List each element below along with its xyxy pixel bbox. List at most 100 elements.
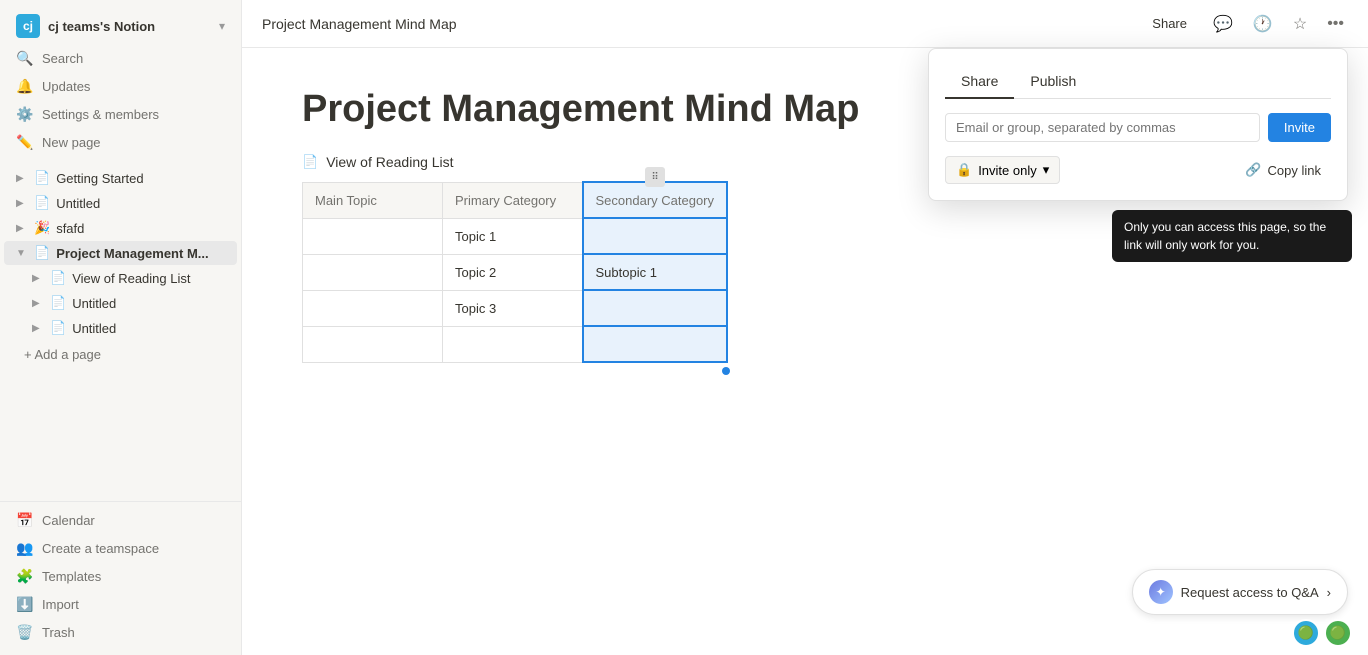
arrow-icon: ▶: [16, 173, 32, 184]
sidebar-item-view-of-reading-list[interactable]: ▶ 📄 View of Reading List: [4, 266, 237, 290]
page-icon: 📄: [50, 320, 66, 336]
cell-main-2[interactable]: [303, 254, 443, 290]
sidebar-item-getting-started[interactable]: ▶ 📄 Getting Started: [4, 166, 237, 190]
invite-button[interactable]: Invite: [1268, 113, 1331, 142]
arrow-icon: ▶: [32, 273, 48, 284]
workspace-name: cj teams's Notion: [48, 19, 219, 34]
invite-only-label: Invite only: [978, 163, 1037, 178]
tooltip-text: Only you can access this page, so the li…: [1124, 220, 1326, 252]
sidebar-item-untitled-1[interactable]: ▶ 📄 Untitled: [4, 191, 237, 215]
workspace-selector[interactable]: cj cj teams's Notion ▾: [4, 8, 237, 44]
page-header-title: Project Management Mind Map: [262, 16, 457, 32]
share-tabs: Share Publish: [945, 65, 1331, 99]
request-access-label: Request access to Q&A: [1181, 585, 1319, 600]
teamspace-label: Create a teamspace: [42, 541, 159, 556]
templates-icon: 🧩: [16, 568, 34, 585]
new-page-icon: ✏️: [16, 134, 34, 151]
sidebar-item-settings[interactable]: ⚙️ Settings & members: [4, 101, 237, 128]
tree-label: Untitled: [72, 321, 229, 336]
avatar-2: 🟢: [1324, 619, 1352, 647]
cell-primary-3[interactable]: Topic 3: [443, 290, 583, 326]
request-access-bar[interactable]: ✦ Request access to Q&A ›: [1132, 569, 1348, 615]
import-label: Import: [42, 597, 79, 612]
bottom-avatars: 🟢 🟢: [1292, 619, 1352, 647]
cell-main-3[interactable]: [303, 290, 443, 326]
cell-primary-2[interactable]: Topic 2: [443, 254, 583, 290]
sidebar-search-label: Search: [42, 51, 83, 66]
templates-label: Templates: [42, 569, 101, 584]
calendar-label: Calendar: [42, 513, 95, 528]
history-icon[interactable]: 🕐: [1249, 10, 1277, 38]
cell-primary-1[interactable]: Topic 1: [443, 218, 583, 254]
tree-label: View of Reading List: [72, 271, 229, 286]
view-title: View of Reading List: [326, 154, 453, 170]
workspace-avatar: cj: [16, 14, 40, 38]
invite-only-button[interactable]: 🔒 Invite only ▾: [945, 156, 1060, 184]
tab-share[interactable]: Share: [945, 65, 1014, 99]
lock-icon: 🔒: [956, 162, 972, 178]
sidebar-item-project-management[interactable]: ▼ 📄 Project Management M...: [4, 241, 237, 265]
sidebar-item-templates[interactable]: 🧩 Templates: [4, 563, 237, 590]
table-wrapper: ⠿ Main Topic Primary Category Secondary …: [302, 181, 1308, 363]
page-icon: 📄: [50, 270, 66, 286]
sidebar-new-page-label: New page: [42, 135, 101, 150]
request-access-arrow: ›: [1327, 585, 1331, 600]
header-actions: Share 💬 🕐 ☆ •••: [1142, 10, 1348, 38]
copy-link-button[interactable]: 🔗 Copy link: [1235, 157, 1331, 183]
drag-handle-container: ⠿: [584, 167, 726, 187]
link-icon: 🔗: [1245, 162, 1261, 178]
tree-label: Untitled: [72, 296, 229, 311]
tree-label: Project Management M...: [56, 246, 229, 261]
col-primary-category: Primary Category: [443, 182, 583, 218]
tree-label: Getting Started: [56, 171, 229, 186]
share-access-row: 🔒 Invite only ▾ 🔗 Copy link: [945, 156, 1331, 184]
request-icon: ✦: [1149, 580, 1173, 604]
sidebar-item-import[interactable]: ⬇️ Import: [4, 591, 237, 618]
sidebar-nav: 🔍 Search 🔔 Updates ⚙️ Settings & members…: [0, 44, 241, 157]
main-content: Project Management Mind Map Share 💬 🕐 ☆ …: [242, 0, 1368, 655]
workspace-chevron-icon: ▾: [219, 19, 225, 33]
calendar-icon: 📅: [16, 512, 34, 529]
tree-label: Untitled: [56, 196, 229, 211]
data-table: Main Topic Primary Category Secondary Ca…: [302, 181, 728, 363]
share-button[interactable]: Share: [1142, 12, 1197, 35]
page-icon: 📄: [34, 170, 50, 186]
col-main-topic: Main Topic: [303, 182, 443, 218]
table-header-row: Main Topic Primary Category Secondary Ca…: [303, 182, 728, 218]
cell-primary-4[interactable]: [443, 326, 583, 362]
sidebar-item-untitled-2[interactable]: ▶ 📄 Untitled: [4, 291, 237, 315]
table-row: Topic 3: [303, 290, 728, 326]
sidebar-item-create-teamspace[interactable]: 👥 Create a teamspace: [4, 535, 237, 562]
sidebar-item-untitled-3[interactable]: ▶ 📄 Untitled: [4, 316, 237, 340]
sidebar-settings-label: Settings & members: [42, 107, 159, 122]
sidebar-item-trash[interactable]: 🗑️ Trash: [4, 619, 237, 646]
more-options-icon[interactable]: •••: [1323, 11, 1348, 37]
cell-main-1[interactable]: [303, 218, 443, 254]
sidebar-item-calendar[interactable]: 📅 Calendar: [4, 507, 237, 534]
tree-label: sfafd: [56, 221, 229, 236]
tab-publish[interactable]: Publish: [1014, 65, 1092, 99]
share-email-input[interactable]: [945, 113, 1260, 142]
cell-secondary-2[interactable]: Subtopic 1: [583, 254, 728, 290]
arrow-icon: ▶: [32, 323, 48, 334]
column-drag-handle[interactable]: ⠿: [645, 167, 665, 187]
settings-icon: ⚙️: [16, 106, 34, 123]
copy-link-label: Copy link: [1268, 163, 1321, 178]
sidebar-item-search[interactable]: 🔍 Search: [4, 45, 237, 72]
sidebar-bottom: 📅 Calendar 👥 Create a teamspace 🧩 Templa…: [0, 501, 241, 647]
add-page-label: + Add a page: [24, 347, 101, 362]
access-chevron-icon: ▾: [1043, 162, 1050, 178]
sidebar-item-new-page[interactable]: ✏️ New page: [4, 129, 237, 156]
comment-icon[interactable]: 💬: [1209, 10, 1237, 38]
cell-main-4[interactable]: [303, 326, 443, 362]
sidebar-add-page[interactable]: + Add a page: [4, 342, 237, 367]
favorite-icon[interactable]: ☆: [1289, 10, 1311, 38]
sidebar: cj cj teams's Notion ▾ 🔍 Search 🔔 Update…: [0, 0, 242, 655]
page-icon: 📄: [34, 245, 50, 261]
sidebar-item-sfafd[interactable]: ▶ 🎉 sfafd: [4, 216, 237, 240]
cell-secondary-3[interactable]: [583, 290, 728, 326]
cell-secondary-4[interactable]: [583, 326, 728, 362]
table-row: Topic 1: [303, 218, 728, 254]
cell-secondary-1[interactable]: [583, 218, 728, 254]
sidebar-item-updates[interactable]: 🔔 Updates: [4, 73, 237, 100]
